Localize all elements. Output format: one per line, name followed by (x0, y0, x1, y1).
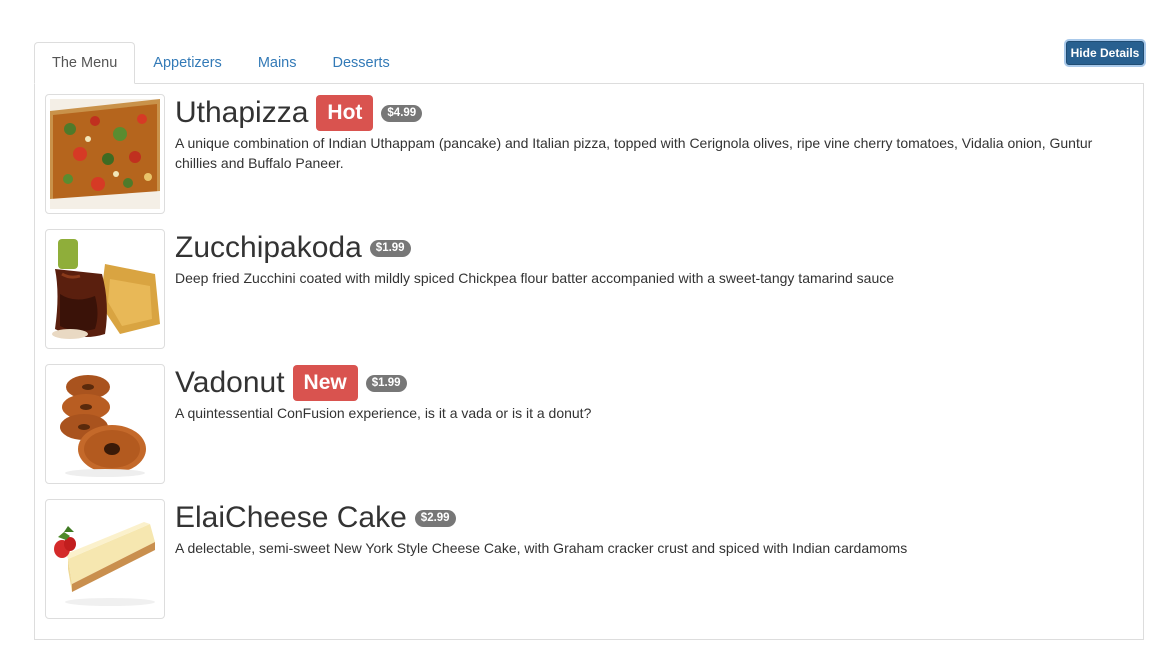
tab-content-panel (34, 83, 1144, 640)
tab-desserts[interactable]: Desserts (315, 42, 408, 83)
tab-mains[interactable]: Mains (240, 42, 315, 83)
menu-page: The Menu Appetizers Mains Desserts Hide … (0, 0, 1169, 666)
tab-appetizers[interactable]: Appetizers (135, 42, 240, 83)
hide-details-button[interactable]: Hide Details (1066, 41, 1144, 65)
tab-the-menu[interactable]: The Menu (34, 42, 136, 84)
menu-tabs: The Menu Appetizers Mains Desserts (34, 42, 408, 84)
